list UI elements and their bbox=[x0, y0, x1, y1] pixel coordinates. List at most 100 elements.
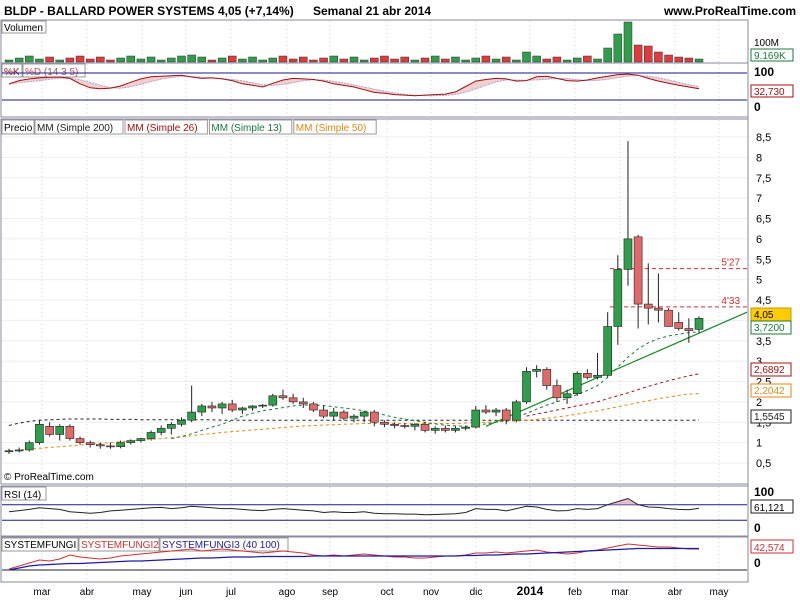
price-change: 4,05 (+7,14%) bbox=[218, 4, 294, 18]
price-tick: 2 bbox=[756, 397, 762, 409]
candle-body bbox=[339, 411, 349, 419]
candle-body bbox=[167, 423, 176, 429]
ma-legend-3: MM (Simple 50) bbox=[296, 123, 367, 134]
candle-body bbox=[177, 419, 186, 425]
candle-body bbox=[248, 405, 257, 409]
price-tick: 8,5 bbox=[756, 132, 771, 144]
rsi-top-label: 100 bbox=[754, 485, 774, 499]
candle-body bbox=[451, 428, 460, 431]
volume-bar bbox=[309, 59, 318, 63]
x-axis-label: ago bbox=[279, 587, 296, 598]
volume-bar bbox=[542, 58, 552, 63]
candle-body bbox=[400, 425, 410, 427]
candle-body bbox=[572, 373, 582, 395]
candle-body bbox=[35, 423, 44, 443]
price-tick: 0,5 bbox=[756, 458, 771, 470]
volume-bar bbox=[45, 56, 54, 63]
x-axis-label: abr bbox=[80, 587, 95, 598]
volume-bar bbox=[167, 57, 176, 63]
price-tag: 4,05 bbox=[754, 310, 774, 321]
volume-bar bbox=[501, 56, 511, 63]
volume-bar bbox=[238, 58, 247, 63]
price-tick: 5,5 bbox=[756, 254, 771, 266]
candle-body bbox=[187, 411, 196, 421]
candle-body bbox=[471, 409, 481, 428]
candle-body bbox=[491, 409, 501, 413]
x-axis-label: jun bbox=[178, 587, 192, 598]
stoch-bottom-label: 0 bbox=[754, 100, 761, 114]
volume-bar bbox=[248, 56, 257, 63]
volume-bar bbox=[85, 58, 95, 63]
price-tick: 4,5 bbox=[756, 295, 771, 307]
resistance-label: 5'27 bbox=[721, 258, 740, 269]
volume-bar bbox=[177, 55, 186, 63]
volume-bar bbox=[106, 59, 115, 63]
candle-body bbox=[268, 395, 278, 406]
volume-bar bbox=[288, 58, 298, 63]
volume-bar bbox=[441, 58, 450, 63]
volume-scale: 100M bbox=[754, 38, 779, 49]
volume-bar bbox=[694, 58, 704, 63]
volume-bar bbox=[420, 57, 430, 63]
volume-bar bbox=[461, 59, 470, 63]
volume-bar bbox=[207, 59, 217, 63]
copyright-text: © ProRealTime.com bbox=[4, 472, 94, 483]
candle-body bbox=[603, 326, 612, 376]
candle-body bbox=[481, 409, 491, 413]
candle-body bbox=[359, 411, 369, 417]
symbol-title: BLDP - BALLARD POWER SYSTEMS bbox=[4, 4, 214, 18]
candle-body bbox=[684, 328, 694, 331]
volume-bar bbox=[75, 55, 85, 63]
candle-body bbox=[501, 409, 511, 421]
price-tick: 7,5 bbox=[756, 173, 771, 185]
candle-body bbox=[441, 428, 450, 431]
candle-body bbox=[278, 395, 288, 399]
volume-bar bbox=[35, 58, 44, 63]
candle-body bbox=[349, 415, 359, 419]
x-axis-label: 2014 bbox=[517, 584, 544, 598]
volume-bar bbox=[227, 55, 237, 63]
volume-bar bbox=[258, 59, 267, 63]
ma-legend-2: MM (Simple 13) bbox=[211, 123, 282, 134]
candle-body bbox=[623, 238, 633, 270]
resistance-label: 4'33 bbox=[721, 296, 740, 307]
volume-bar bbox=[197, 56, 207, 63]
candle-body bbox=[420, 423, 430, 431]
volume-bar bbox=[370, 57, 379, 63]
stoch-last-value: 32,730 bbox=[754, 87, 785, 98]
volume-bar bbox=[96, 56, 105, 63]
volume-bar bbox=[136, 58, 146, 63]
volume-bar bbox=[572, 57, 582, 63]
volume-bar bbox=[390, 58, 399, 63]
price-tick: 1 bbox=[756, 438, 762, 450]
candle-body bbox=[613, 269, 623, 327]
volume-bar bbox=[156, 59, 166, 63]
candle-body bbox=[116, 442, 125, 447]
candle-body bbox=[552, 385, 562, 399]
candle-body bbox=[227, 403, 237, 411]
candle-body bbox=[217, 403, 227, 409]
volume-bar bbox=[512, 59, 521, 63]
x-axis-label: may bbox=[710, 587, 729, 598]
volume-bar bbox=[339, 58, 349, 63]
volume-bar bbox=[674, 56, 683, 63]
volume-bar bbox=[126, 55, 136, 63]
rsi-label: RSI (14) bbox=[4, 490, 41, 501]
price-tick: 6,5 bbox=[756, 214, 771, 226]
candle-body bbox=[96, 444, 105, 447]
price-tag: 2,2042 bbox=[754, 386, 785, 397]
volume-bar bbox=[451, 56, 460, 63]
price-tag: 1,5545 bbox=[754, 412, 785, 423]
volume-bar bbox=[471, 57, 481, 63]
candle-body bbox=[258, 404, 267, 407]
volume-bar bbox=[481, 55, 491, 63]
x-axis-label: sep bbox=[322, 587, 339, 598]
sys-last-value: 42,574 bbox=[754, 543, 785, 554]
volume-bar bbox=[664, 54, 673, 63]
candle-body bbox=[4, 450, 14, 453]
stoch-top-label: 100 bbox=[754, 65, 774, 79]
candle-body bbox=[55, 426, 65, 435]
ma-legend-0: MM (Simple 200) bbox=[37, 123, 113, 134]
ma-legend-1: MM (Simple 26) bbox=[127, 123, 198, 134]
price-tick: 3,5 bbox=[756, 336, 771, 348]
